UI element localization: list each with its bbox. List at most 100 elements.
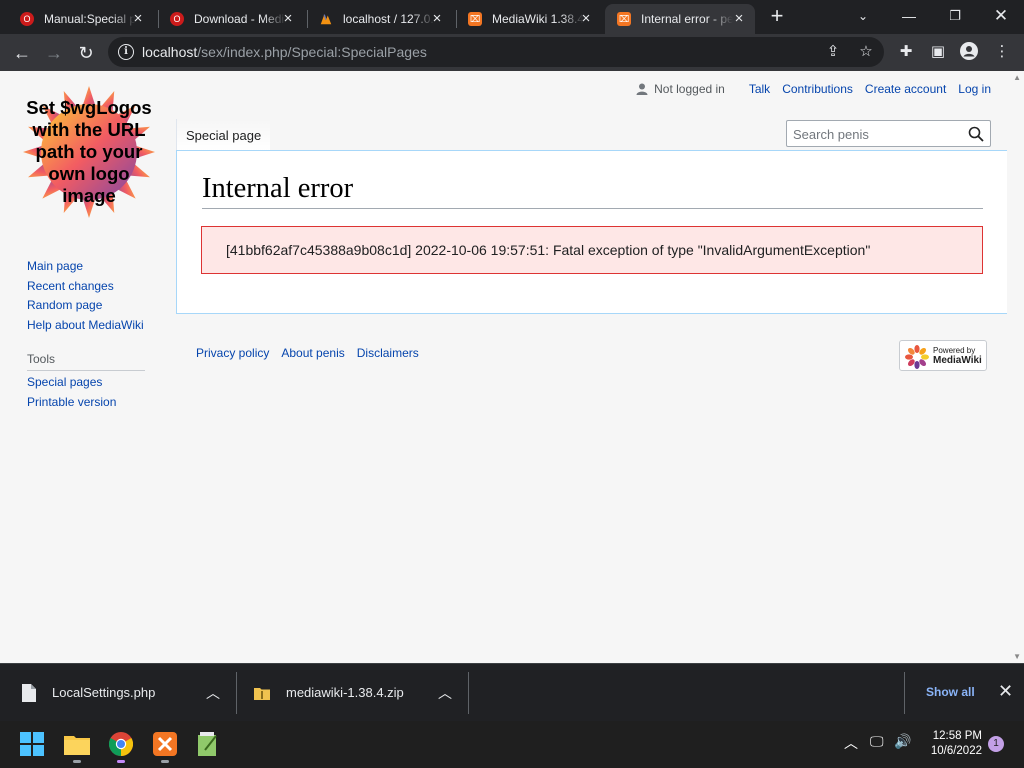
share-icon[interactable]: ⇪ [824,43,842,61]
network-icon[interactable]: 🖵 [870,733,884,750]
powered-by-mediawiki-badge[interactable]: Powered by MediaWiki [899,340,987,371]
site-info-icon[interactable]: i [118,44,134,60]
scroll-up-arrow-icon[interactable]: ▲ [1013,73,1021,82]
content-area: Internal error [41bbf62af7c45388a9b08c1d… [176,150,1007,314]
zip-folder-icon [254,687,270,700]
download-separator [904,672,905,714]
new-tab-button[interactable]: + [766,5,788,27]
download-separator [468,672,469,714]
scroll-down-arrow-icon[interactable]: ▼ [1013,652,1021,661]
logo-placeholder-text: Set $wgLogos with the URL path to your o… [26,97,152,206]
url-path: /sex/index.php/Special:SpecialPages [197,44,427,60]
about-link[interactable]: About penis [281,346,344,360]
back-button[interactable]: ← [9,40,35,66]
search-icon[interactable] [968,126,984,142]
tab-special-page[interactable]: Special page [176,119,271,151]
sidebar-item-random-page[interactable]: Random page [27,296,145,316]
restore-button[interactable]: ❐ [932,2,978,30]
tab-search-chevron-icon[interactable]: ⌄ [840,2,886,30]
search-input[interactable]: Search penis [786,120,991,147]
talk-link[interactable]: Talk [749,82,770,96]
downloads-bar: LocalSettings.php ︿ mediawiki-1.38.4.zip… [0,663,1024,721]
address-bar[interactable]: i localhost/sex/index.php/Special:Specia… [108,37,884,67]
notepad-plus-plus-icon[interactable] [192,728,224,760]
xampp-taskbar-icon[interactable] [149,728,181,763]
web-page: ▲ ▼ Set $wgLogos with the URL path to yo… [0,71,1024,663]
download-filename: mediawiki-1.38.4.zip [286,685,404,700]
tab-title: Manual:Special pages [44,12,136,26]
sidebar: Main page Recent changes Random page Hel… [27,257,145,412]
browser-tab[interactable]: ⌧ MediaWiki 1.38.4 × [456,4,602,34]
windows-start-icon[interactable] [16,728,48,760]
sidebar-item-printable-version[interactable]: Printable version [27,393,145,413]
contributions-link[interactable]: Contributions [782,82,853,96]
tab-title: Download - MediaWiki [194,12,286,26]
user-icon [636,83,648,95]
search-placeholder: Search penis [793,127,869,142]
sidebar-item-main-page[interactable]: Main page [27,257,145,277]
log-in-link[interactable]: Log in [958,82,991,96]
running-indicator [117,760,125,763]
create-account-link[interactable]: Create account [865,82,946,96]
download-item[interactable]: mediawiki-1.38.4.zip ︿ [254,664,460,721]
sidebar-tools-heading: Tools [27,350,145,371]
minimize-button[interactable]: — [886,2,932,30]
url-host: localhost [142,44,198,60]
not-logged-in-label: Not logged in [654,82,725,96]
forward-button[interactable]: → [41,40,67,66]
sidebar-item-recent-changes[interactable]: Recent changes [27,277,145,297]
url-text[interactable]: localhost/sex/index.php/Special:SpecialP… [142,44,427,60]
tab-title: Internal error - penis [641,12,733,26]
chevron-up-icon[interactable]: ︿ [438,683,452,703]
bookmark-star-icon[interactable]: ☆ [857,43,875,61]
mediawiki-flower-icon [905,345,929,369]
system-clock[interactable]: 12:58 PM 10/6/2022 [924,729,982,759]
xampp-icon: ⌧ [468,12,482,26]
side-panel-icon[interactable]: ▣ [928,42,948,62]
browser-tab[interactable]: O Manual:Special pages × [8,4,154,34]
browser-menu-icon[interactable]: ⋮ [992,42,1012,62]
tray-overflow-chevron-icon[interactable]: ︿ [844,733,858,753]
reload-button[interactable]: ↻ [73,40,99,66]
close-tab-icon[interactable]: × [578,11,594,27]
chrome-icon[interactable] [105,728,137,763]
browser-tab-strip: O Manual:Special pages × O Download - Me… [0,0,1024,34]
close-window-button[interactable]: ✕ [978,2,1024,30]
mediawiki-label: MediaWiki [933,355,982,366]
browser-tab[interactable]: O Download - MediaWiki × [158,4,304,34]
download-item[interactable]: LocalSettings.php ︿ [22,664,228,721]
show-all-downloads-button[interactable]: Show all [926,685,975,699]
phpmyadmin-icon [319,12,333,26]
file-icon [22,683,36,702]
close-tab-icon[interactable]: × [280,11,296,27]
privacy-policy-link[interactable]: Privacy policy [196,346,269,360]
opera-icon: O [170,12,184,26]
extensions-puzzle-icon[interactable]: ✚ [896,42,916,62]
browser-tab[interactable]: localhost / 127.0.0.1 × [307,4,453,34]
close-tab-icon[interactable]: × [731,11,747,27]
page-title: Internal error [202,173,983,209]
clock-date: 10/6/2022 [930,745,982,757]
running-indicator [161,760,169,763]
notification-badge[interactable]: 1 [988,736,1004,752]
profile-avatar-icon[interactable] [959,42,979,62]
chevron-up-icon[interactable]: ︿ [206,683,220,703]
opera-icon: O [20,12,34,26]
footer-links: Privacy policy About penis Disclaimers [196,346,431,360]
sidebar-item-help[interactable]: Help about MediaWiki [27,316,145,336]
tab-title: MediaWiki 1.38.4 [492,12,584,26]
close-tab-icon[interactable]: × [130,11,146,27]
close-downloads-bar-icon[interactable]: ✕ [998,681,1013,702]
browser-tab-active[interactable]: ⌧ Internal error - penis × [605,4,755,34]
error-message-box: [41bbf62af7c45388a9b08c1d] 2022-10-06 19… [201,226,983,274]
close-tab-icon[interactable]: × [429,11,445,27]
xampp-icon: ⌧ [617,12,631,26]
tab-title: localhost / 127.0.0.1 [343,12,435,26]
sidebar-item-special-pages[interactable]: Special pages [27,373,145,393]
disclaimers-link[interactable]: Disclaimers [357,346,419,360]
clock-time: 12:58 PM [932,730,982,742]
windows-taskbar: ︿ 🖵 🔊 12:58 PM 10/6/2022 1 [0,721,1024,768]
file-explorer-icon[interactable] [61,728,93,763]
download-filename: LocalSettings.php [52,685,156,700]
volume-icon[interactable]: 🔊 [894,733,911,750]
